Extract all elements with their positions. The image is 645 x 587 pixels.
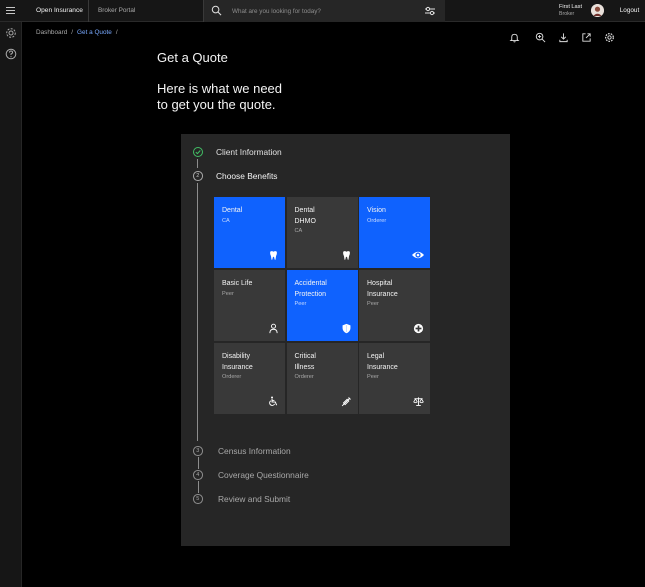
tile-subtitle: Orderer — [222, 374, 242, 380]
portal-label[interactable]: Broker Portal — [88, 0, 135, 22]
tile-subtitle: Peer — [222, 290, 234, 297]
benefit-tile-disability-insurance[interactable]: Disability Insurance Orderer — [214, 343, 285, 414]
launch-icon[interactable] — [581, 32, 592, 43]
wheelchair-icon — [269, 396, 278, 406]
tile-subtitle: Peer — [367, 301, 379, 307]
tile-title: Accidental Protection — [294, 280, 327, 298]
benefit-tile-vision[interactable]: Vision Orderer — [359, 197, 430, 268]
tile-subtitle: Orderer — [294, 374, 314, 380]
benefit-tile-basic-life[interactable]: Basic Life Peer — [214, 270, 285, 341]
bell-icon[interactable] — [509, 32, 520, 43]
scales-icon — [413, 397, 424, 406]
avatar[interactable] — [591, 4, 604, 17]
benefit-tile-critical-illness[interactable]: Critical Illness Orderer — [286, 343, 358, 414]
breadcrumb-separator: / — [71, 29, 74, 36]
step-number: 2 — [193, 171, 203, 181]
step-census-information[interactable]: 3 Census Information — [193, 446, 343, 458]
breadcrumb: Dashboard / Get a Quote / — [36, 28, 122, 37]
tile-subtitle: CA — [222, 217, 230, 224]
help-icon[interactable] — [5, 48, 17, 60]
step-label: Review and Submit — [218, 494, 291, 504]
zoom-in-icon[interactable] — [535, 32, 546, 43]
step-number: 4 — [193, 470, 203, 480]
step-number: 5 — [193, 494, 203, 504]
tile-subtitle: Peer — [294, 301, 307, 307]
progress-connector — [197, 183, 198, 441]
settings-icon[interactable] — [5, 27, 17, 39]
syringe-icon — [341, 397, 351, 407]
page-subtitle: Here is what we need to get you the quot… — [157, 81, 283, 112]
breadcrumb-get-a-quote[interactable]: Get a Quote — [77, 29, 112, 36]
page-title: Get a Quote — [157, 50, 228, 65]
logout-button[interactable]: Logout — [614, 0, 645, 22]
benefit-tile-hospital-insurance[interactable]: Hospital Insurance Peer — [359, 270, 430, 341]
breadcrumb-dashboard[interactable]: Dashboard — [36, 29, 67, 36]
quote-panel: Client Information 2 Choose Benefits Den… — [181, 134, 510, 546]
benefit-tile-accidental-protection[interactable]: Accidental Protection Peer — [286, 270, 358, 341]
tile-title: Dental DHMO — [294, 207, 316, 225]
step-client-information[interactable]: Client Information — [193, 147, 323, 159]
step-coverage-questionnaire[interactable]: 4 Coverage Questionnaire — [193, 470, 343, 482]
eye-icon — [412, 251, 424, 259]
medical-plus-icon — [413, 323, 424, 334]
benefit-tile-legal-insurance[interactable]: Legal Insurance Peer — [359, 343, 430, 414]
step-label: Coverage Questionnaire — [218, 470, 309, 480]
tooth-icon — [342, 251, 350, 260]
step-label: Choose Benefits — [216, 171, 278, 181]
breadcrumb-separator: / — [115, 29, 118, 36]
step-label: Census Information — [218, 446, 291, 456]
settings-icon[interactable] — [604, 32, 615, 43]
tile-subtitle: Peer — [367, 374, 379, 380]
benefit-tile-dental-dhmo[interactable]: Dental DHMO CA — [286, 197, 358, 268]
tile-title: Hospital Insurance — [367, 280, 398, 298]
avatar-person-icon — [591, 4, 604, 17]
tile-title: Vision — [367, 207, 386, 214]
shield-icon — [342, 323, 350, 334]
top-navigation-bar: Open Insurance Broker Portal First Last … — [0, 0, 645, 22]
step-number: 3 — [193, 446, 203, 456]
filter-sliders-icon[interactable] — [424, 5, 436, 17]
progress-connector — [197, 159, 198, 168]
progress-connector — [198, 481, 199, 493]
checkmark-circle-icon — [193, 147, 203, 157]
app-name[interactable]: Open Insurance — [22, 0, 97, 22]
tile-subtitle: CA — [294, 228, 303, 234]
search-icon[interactable] — [211, 5, 222, 16]
step-choose-benefits[interactable]: 2 Choose Benefits — [193, 171, 323, 183]
tooth-icon — [270, 251, 277, 260]
person-icon — [269, 323, 278, 334]
global-search — [203, 0, 445, 22]
benefits-grid: Dental CA Dental DHMO CA Vision Orderer … — [214, 197, 430, 415]
tile-title: Dental — [222, 207, 243, 214]
benefit-tile-dental[interactable]: Dental CA — [214, 197, 285, 268]
tile-title: Legal Insurance — [367, 353, 398, 371]
tile-title: Basic Life — [222, 280, 253, 287]
step-label: Client Information — [216, 147, 282, 157]
hamburger-menu-icon[interactable] — [3, 2, 20, 19]
step-review-and-submit[interactable]: 5 Review and Submit — [193, 494, 343, 506]
tile-subtitle: Orderer — [367, 217, 387, 224]
tile-title: Critical Illness — [294, 353, 316, 371]
tile-title: Disability Insurance — [222, 353, 253, 371]
download-icon[interactable] — [558, 32, 569, 43]
search-input[interactable] — [232, 4, 422, 18]
side-rail — [0, 22, 22, 587]
progress-connector — [198, 457, 199, 469]
